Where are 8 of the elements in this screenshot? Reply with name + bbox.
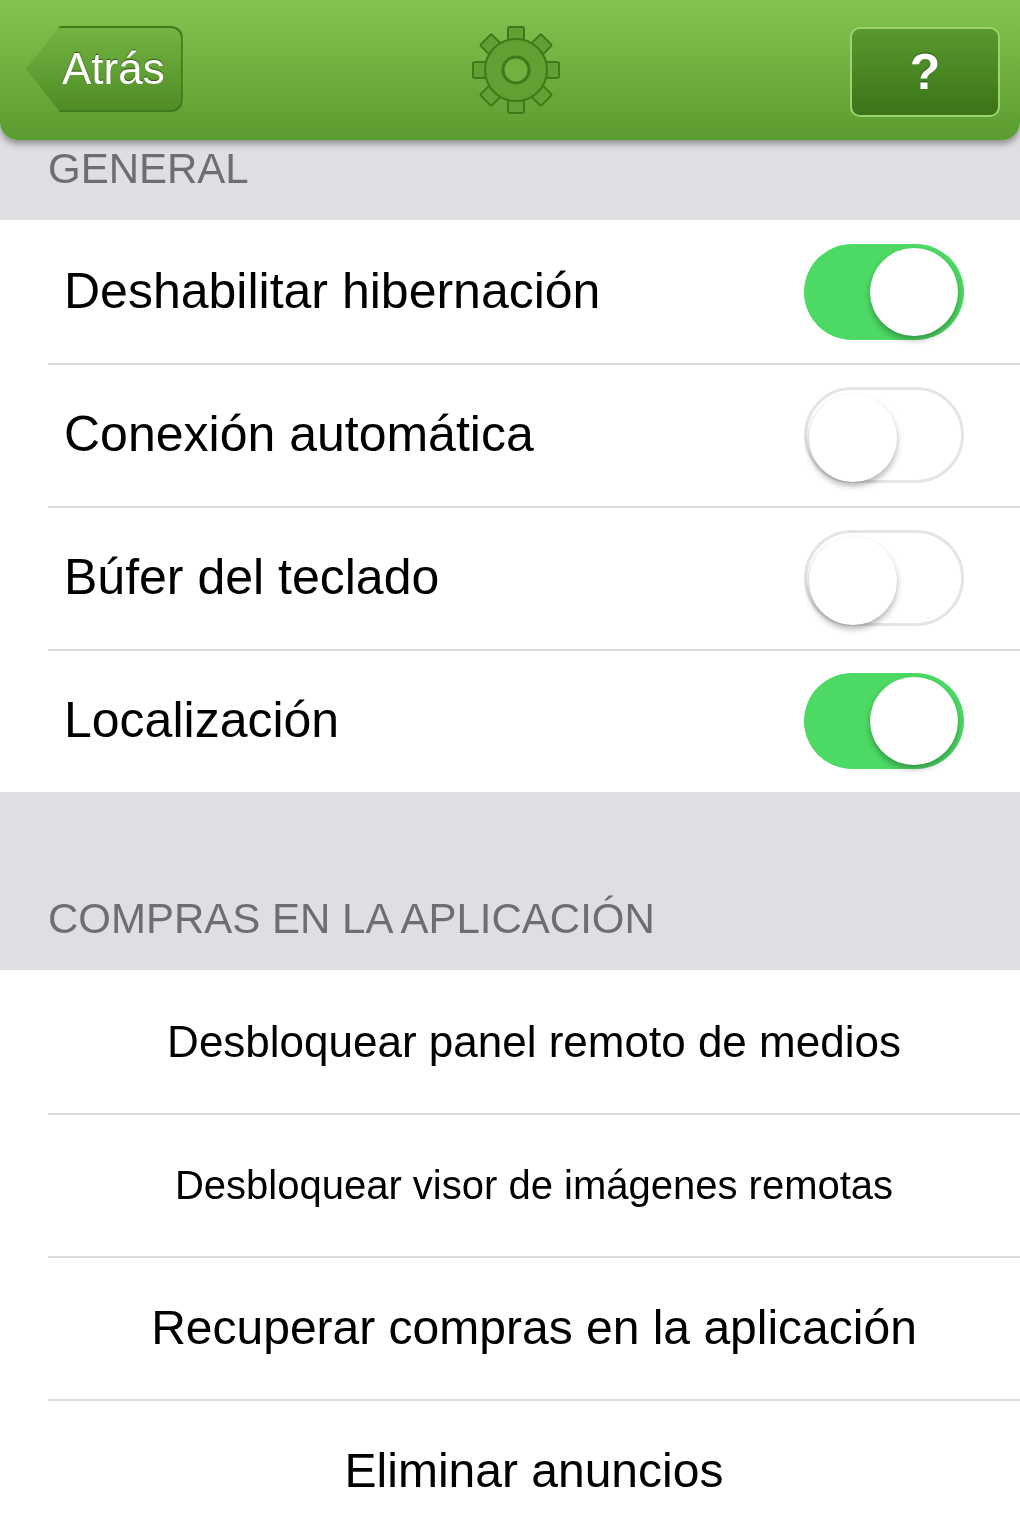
section-header: COMPRAS EN LA APLICACIÓN <box>48 894 655 944</box>
setting-label: Búfer del teclado <box>64 548 440 607</box>
setting-label: Deshabilitar hibernación <box>64 262 601 321</box>
help-button[interactable]: ? <box>850 27 1000 117</box>
setting-label: Localización <box>64 691 340 750</box>
section-header: GENERAL <box>48 144 249 194</box>
setting-label: Conexión automática <box>64 405 534 464</box>
gear-icon <box>471 25 562 115</box>
